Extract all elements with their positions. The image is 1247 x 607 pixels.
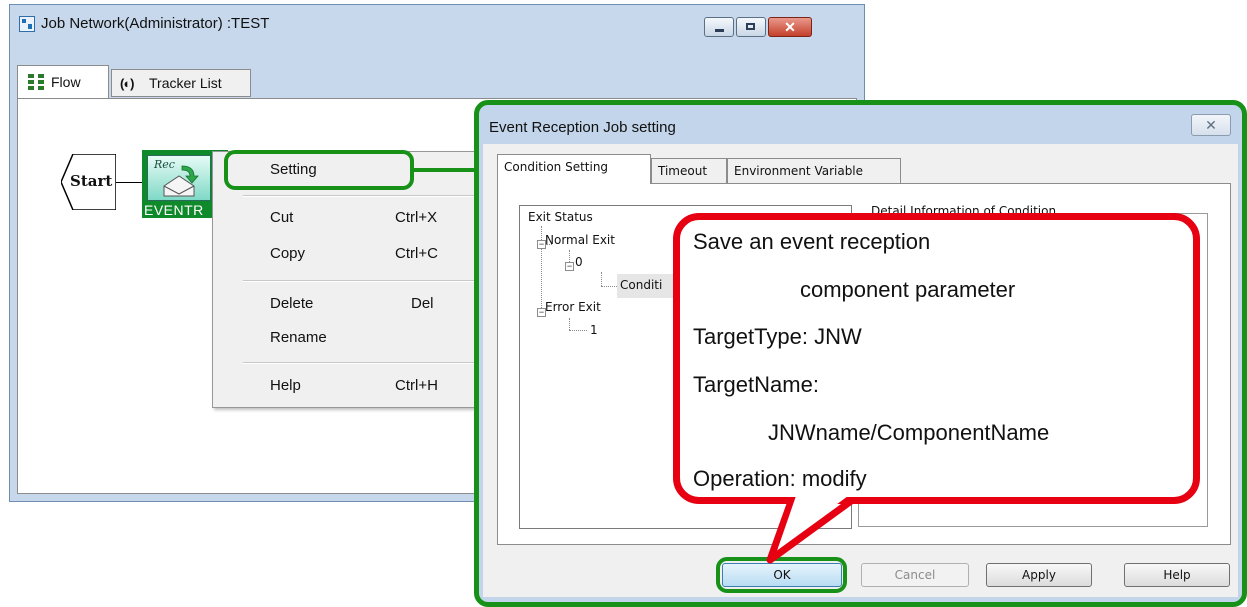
tab-condition-setting[interactable]: Condition Setting xyxy=(497,154,651,184)
tree-line xyxy=(601,286,617,287)
menu-item-label: Help xyxy=(270,377,301,394)
tab-tracker-list-label: Tracker List xyxy=(149,75,222,91)
event-reception-icon: Rec xyxy=(147,155,211,201)
tree-node-condition[interactable]: Conditi xyxy=(620,278,662,292)
menu-item-rename[interactable]: Rename xyxy=(213,324,479,354)
tab-flow-label: Flow xyxy=(51,74,81,90)
tree-line xyxy=(569,330,587,331)
callout-line: component parameter xyxy=(800,277,1016,302)
menu-item-label: Rename xyxy=(270,329,327,346)
tab-label: Timeout xyxy=(658,164,708,178)
flow-edge xyxy=(116,182,142,183)
menu-item-shortcut: Ctrl+X xyxy=(395,209,438,226)
tree-node-normal-code[interactable]: 0 xyxy=(575,255,583,269)
menu-separator xyxy=(243,362,475,364)
menu-item-delete[interactable]: Delete Del xyxy=(213,290,479,320)
callout-line: JNWname/ComponentName xyxy=(768,420,1050,445)
menu-item-shortcut: Del xyxy=(411,295,434,312)
tree-node-error-exit[interactable]: Error Exit xyxy=(545,300,601,314)
tree-node-error-code[interactable]: 1 xyxy=(590,323,598,337)
menu-item-label: Copy xyxy=(270,245,306,262)
callout-line: Save an event reception xyxy=(693,229,931,254)
tab-label: Condition Setting xyxy=(504,160,609,174)
menu-separator xyxy=(243,195,475,197)
envelope-arrow-icon xyxy=(163,165,199,197)
maximize-button[interactable] xyxy=(736,17,766,37)
tab-environment-variable[interactable]: Environment Variable xyxy=(727,158,901,184)
close-icon: ✕ xyxy=(1205,117,1217,133)
tab-flow[interactable]: Flow xyxy=(17,65,109,99)
tree-line xyxy=(569,318,570,330)
menu-item-label: Delete xyxy=(270,295,314,312)
dialog-title: Event Reception Job setting xyxy=(489,119,676,136)
annotation-callout xyxy=(673,213,1200,504)
menu-item-shortcut: Ctrl+C xyxy=(395,245,438,262)
flow-icon xyxy=(28,74,46,90)
menu-item-help[interactable]: Help Ctrl+H xyxy=(213,372,479,402)
dialog-close-button[interactable]: ✕ xyxy=(1191,114,1231,136)
menu-item-label: Cut xyxy=(270,209,294,226)
setting-highlight xyxy=(224,150,414,190)
tab-label: Environment Variable xyxy=(734,164,864,178)
event-node-label: EVENTR xyxy=(144,202,204,218)
ok-highlight xyxy=(716,557,847,593)
window-close-button[interactable]: ✕ xyxy=(768,17,812,37)
tree-node-normal-exit[interactable]: Normal Exit xyxy=(545,233,615,247)
cancel-button[interactable]: Cancel xyxy=(861,563,969,587)
menu-item-shortcut: Ctrl+H xyxy=(395,377,438,394)
highlight-connector xyxy=(414,168,480,172)
window-title-bar: Job Network(Administrator) :TEST ✕ xyxy=(10,5,864,41)
menu-separator xyxy=(243,280,475,282)
menu-item-copy[interactable]: Copy Ctrl+C xyxy=(213,240,479,270)
callout-line: Operation: modify xyxy=(693,466,867,491)
help-button[interactable]: Help xyxy=(1124,563,1230,587)
close-icon: ✕ xyxy=(784,19,796,35)
collapse-icon[interactable]: − xyxy=(565,262,574,271)
tab-tracker-list[interactable]: (◐) Tracker List xyxy=(111,69,251,97)
menu-item-cut[interactable]: Cut Ctrl+X xyxy=(213,204,479,234)
tab-timeout[interactable]: Timeout xyxy=(651,158,727,184)
job-network-app-icon xyxy=(19,16,35,32)
minimize-button[interactable] xyxy=(704,17,734,37)
callout-line: TargetName: xyxy=(693,372,819,397)
start-node-label: Start xyxy=(70,172,113,190)
tracker-eyes-icon: (◐) xyxy=(120,76,134,91)
callout-line: TargetType: JNW xyxy=(693,324,862,349)
window-title: Job Network(Administrator) :TEST xyxy=(41,15,270,32)
apply-button[interactable]: Apply xyxy=(986,563,1092,587)
tree-root: Exit Status xyxy=(528,210,593,224)
tree-line xyxy=(601,272,602,286)
